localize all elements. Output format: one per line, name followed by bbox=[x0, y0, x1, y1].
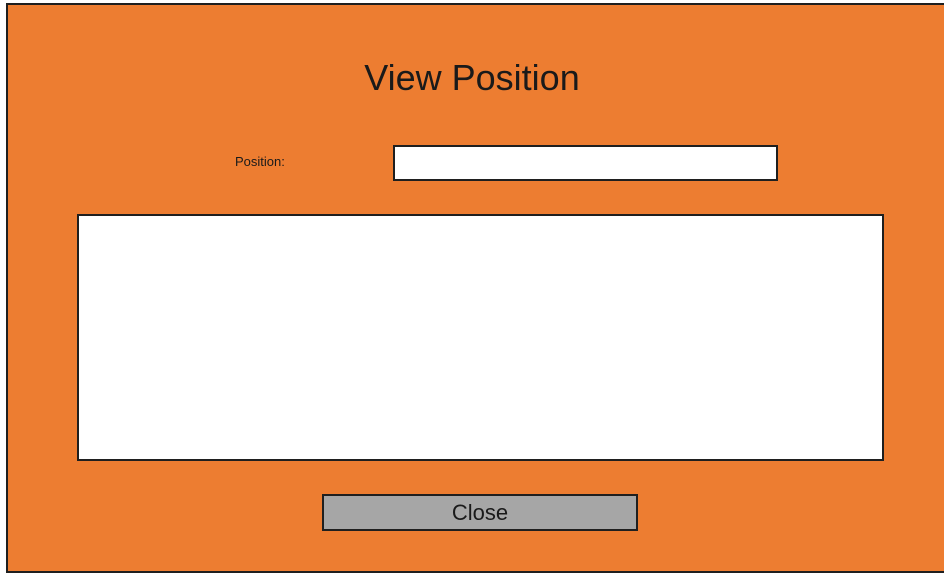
page-title: View Position bbox=[364, 57, 580, 98]
position-input[interactable] bbox=[393, 145, 778, 181]
close-button[interactable]: Close bbox=[322, 494, 638, 531]
position-label: Position: bbox=[235, 154, 285, 169]
position-details-textarea[interactable] bbox=[77, 214, 884, 461]
